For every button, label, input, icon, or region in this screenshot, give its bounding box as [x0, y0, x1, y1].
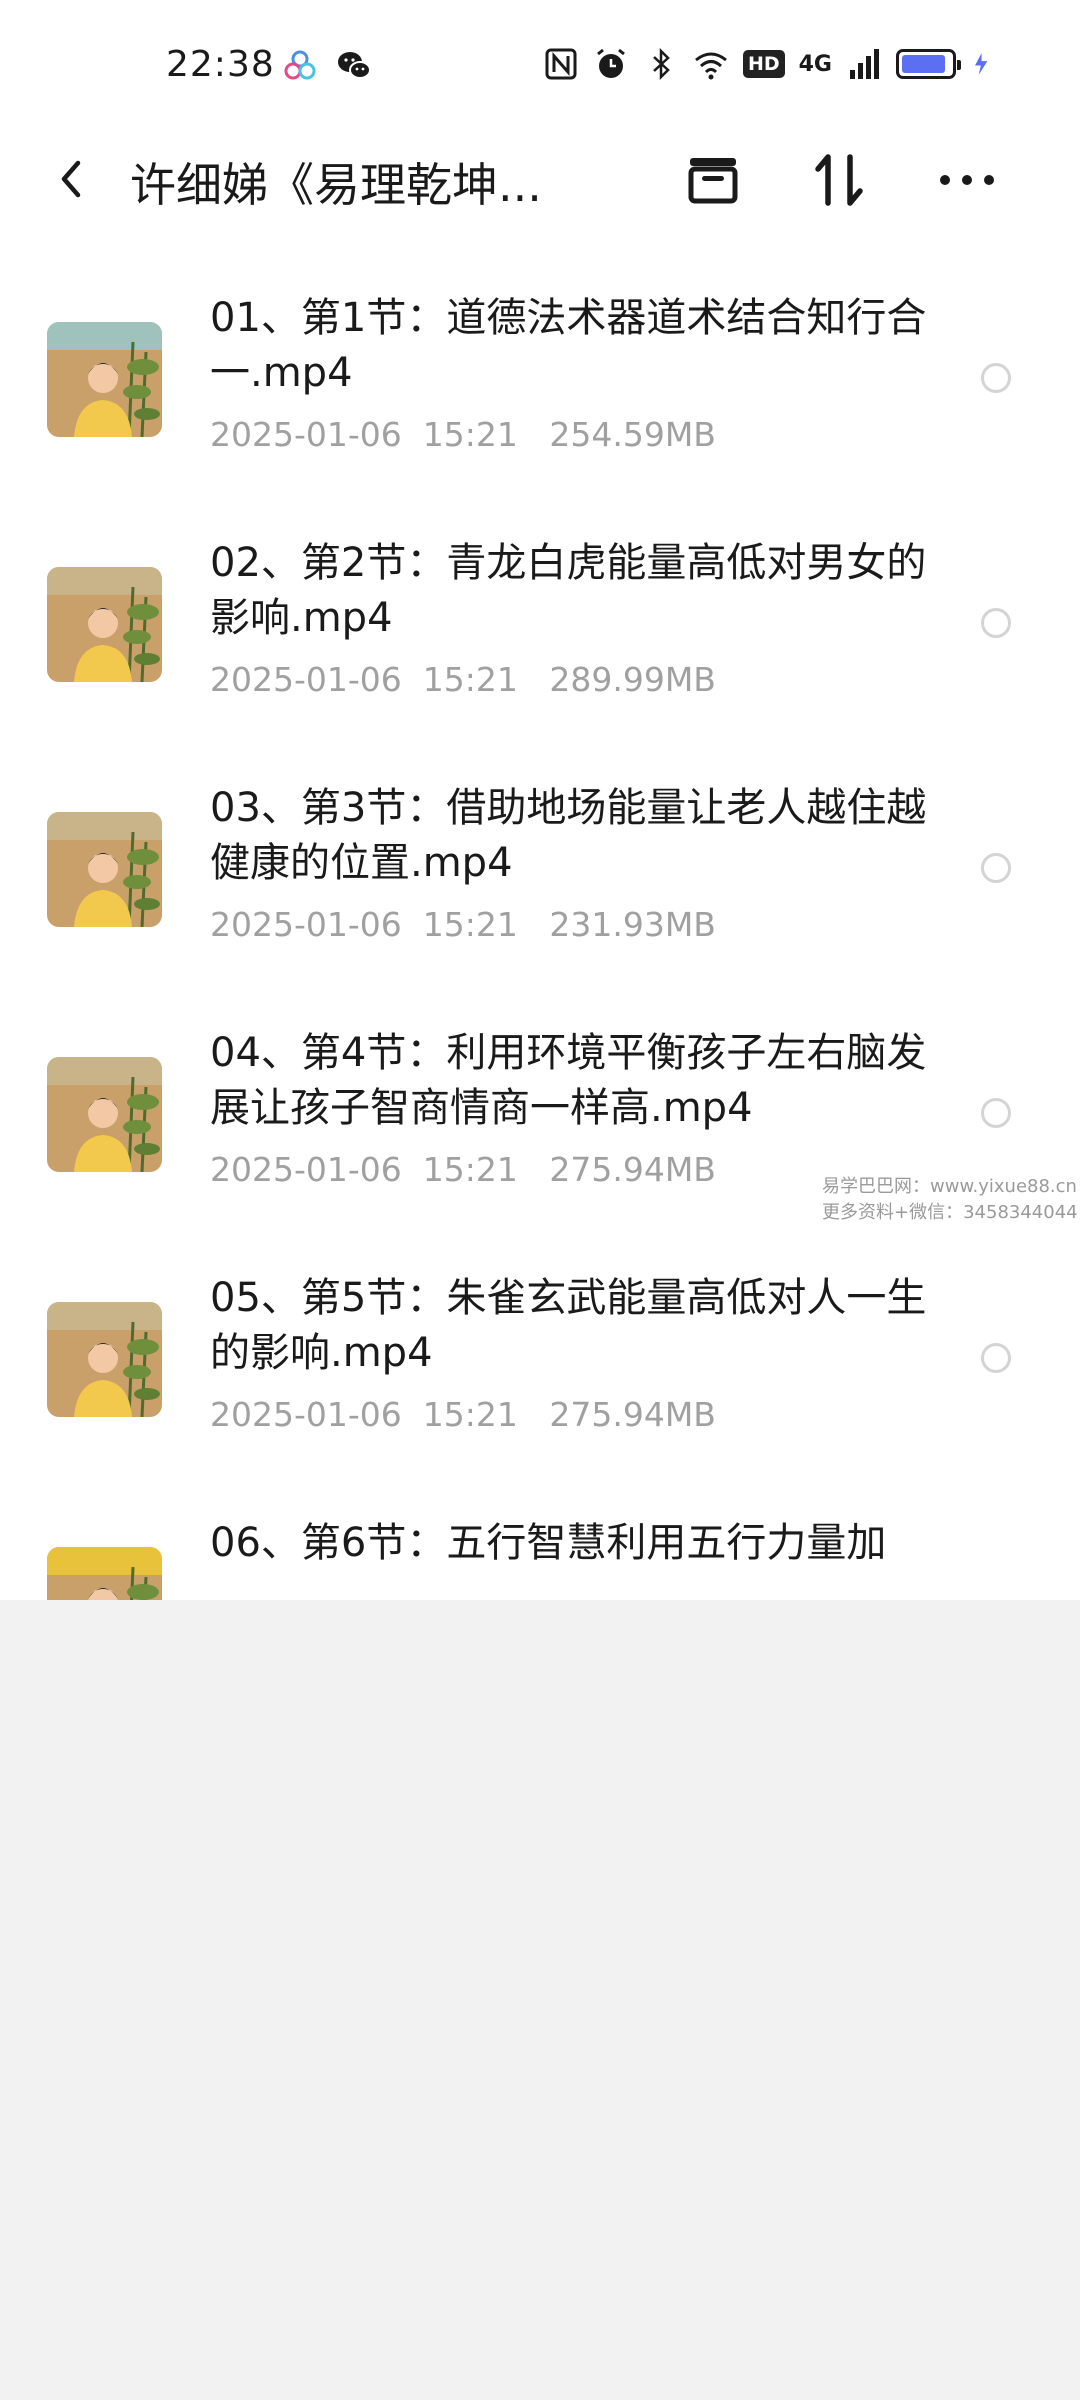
select-radio[interactable]: [981, 1343, 1011, 1373]
select-radio[interactable]: [981, 853, 1011, 883]
file-time: 15:21: [422, 415, 518, 454]
file-name: 06、第6节：五行智慧利用五行力量加: [210, 1520, 887, 1566]
top-app-bar: 许细娣《易理乾坤...: [0, 135, 1080, 225]
back-button[interactable]: [46, 153, 98, 205]
file-meta: 2025-01-06 15:21 275.94MB: [210, 1395, 716, 1434]
file-list-item[interactable]: 05、第5节：朱雀玄武能量高低对人一生的影响.mp4 2025-01-06 15:…: [0, 1265, 1080, 1510]
file-time: 15:21: [422, 1395, 518, 1434]
watermark-line-1: 易学巴巴网：www.yixue88.cn: [822, 1176, 1077, 1197]
signal-icon: [850, 49, 879, 79]
video-thumbnail: [47, 567, 162, 682]
status-bar: 22:38 HD 4G: [0, 0, 1080, 135]
file-time: 15:21: [422, 905, 518, 944]
file-size: 289.99MB: [549, 660, 716, 699]
select-radio[interactable]: [981, 1098, 1011, 1128]
status-time: 22:38: [166, 44, 275, 85]
status-system-icons: HD 4G: [543, 46, 996, 82]
wechat-icon: [338, 52, 371, 79]
file-size: 275.94MB: [549, 1150, 716, 1189]
battery-icon: [896, 49, 961, 79]
page-title: 许细娣《易理乾坤...: [130, 158, 542, 212]
file-name: 05、第5节：朱雀玄武能量高低对人一生的影响.mp4: [210, 1275, 927, 1376]
network-type-label: 4G: [798, 51, 832, 77]
battery-level-fill: [902, 55, 946, 73]
app-screen: 22:38 HD 4G 许细娣《易理乾坤... 01、第1节：道德法术器道术结合…: [0, 0, 1080, 1600]
file-list-item[interactable]: 03、第3节：借助地场能量让老人越住越健康的位置.mp4 2025-01-06 1…: [0, 775, 1080, 1020]
video-thumbnail: [47, 812, 162, 927]
file-meta: 2025-01-06 15:21 289.99MB: [210, 660, 716, 699]
file-time: 15:21: [422, 660, 518, 699]
file-list-item[interactable]: 04、第4节：利用环境平衡孩子左右脑发展让孩子智商情商一样高.mp4 2025-0…: [0, 1020, 1080, 1265]
watermark-line-2: 更多资料+微信：3458344044: [822, 1202, 1078, 1223]
file-date: 2025-01-06: [210, 1150, 402, 1189]
file-size: 231.93MB: [549, 905, 716, 944]
select-radio[interactable]: [981, 363, 1011, 393]
file-list-item[interactable]: 06、第6节：五行智慧利用五行力量加: [0, 1510, 1080, 1600]
archive-icon[interactable]: [680, 147, 746, 213]
video-thumbnail: [47, 322, 162, 437]
charging-icon: [975, 53, 988, 75]
video-thumbnail: [47, 1547, 162, 1600]
file-name: 01、第1节：道德法术器道术结合知行合一.mp4: [210, 295, 927, 396]
file-list-item[interactable]: 02、第2节：青龙白虎能量高低对男女的影响.mp4 2025-01-06 15:2…: [0, 530, 1080, 775]
file-size: 254.59MB: [549, 415, 716, 454]
multi-cloud-icon: [284, 50, 316, 80]
file-name: 04、第4节：利用环境平衡孩子左右脑发展让孩子智商情商一样高.mp4: [210, 1030, 927, 1131]
more-icon[interactable]: [934, 147, 1000, 213]
file-list-item[interactable]: 01、第1节：道德法术器道术结合知行合一.mp4 2025-01-06 15:21…: [0, 285, 1080, 530]
sort-icon[interactable]: [806, 147, 872, 213]
file-meta: 2025-01-06 15:21 275.94MB: [210, 1150, 716, 1189]
file-name: 02、第2节：青龙白虎能量高低对男女的影响.mp4: [210, 540, 927, 641]
file-date: 2025-01-06: [210, 1395, 402, 1434]
video-thumbnail: [47, 1302, 162, 1417]
file-meta: 2025-01-06 15:21 254.59MB: [210, 415, 716, 454]
file-time: 15:21: [422, 1150, 518, 1189]
status-notification-icons: [282, 48, 372, 84]
file-meta: 2025-01-06 15:21 231.93MB: [210, 905, 716, 944]
file-date: 2025-01-06: [210, 660, 402, 699]
wifi-icon: [695, 52, 727, 80]
video-thumbnail: [47, 1057, 162, 1172]
watermark: 易学巴巴网：www.yixue88.cn 更多资料+微信：3458344044: [822, 1174, 1078, 1226]
file-date: 2025-01-06: [210, 415, 402, 454]
hd-icon: HD: [742, 50, 785, 78]
file-size: 275.94MB: [549, 1395, 716, 1434]
file-name: 03、第3节：借助地场能量让老人越住越健康的位置.mp4: [210, 785, 927, 886]
alarm-icon: [597, 48, 625, 78]
select-radio[interactable]: [981, 608, 1011, 638]
file-date: 2025-01-06: [210, 905, 402, 944]
nfc-icon: [545, 48, 577, 80]
bluetooth-icon: [653, 47, 670, 81]
